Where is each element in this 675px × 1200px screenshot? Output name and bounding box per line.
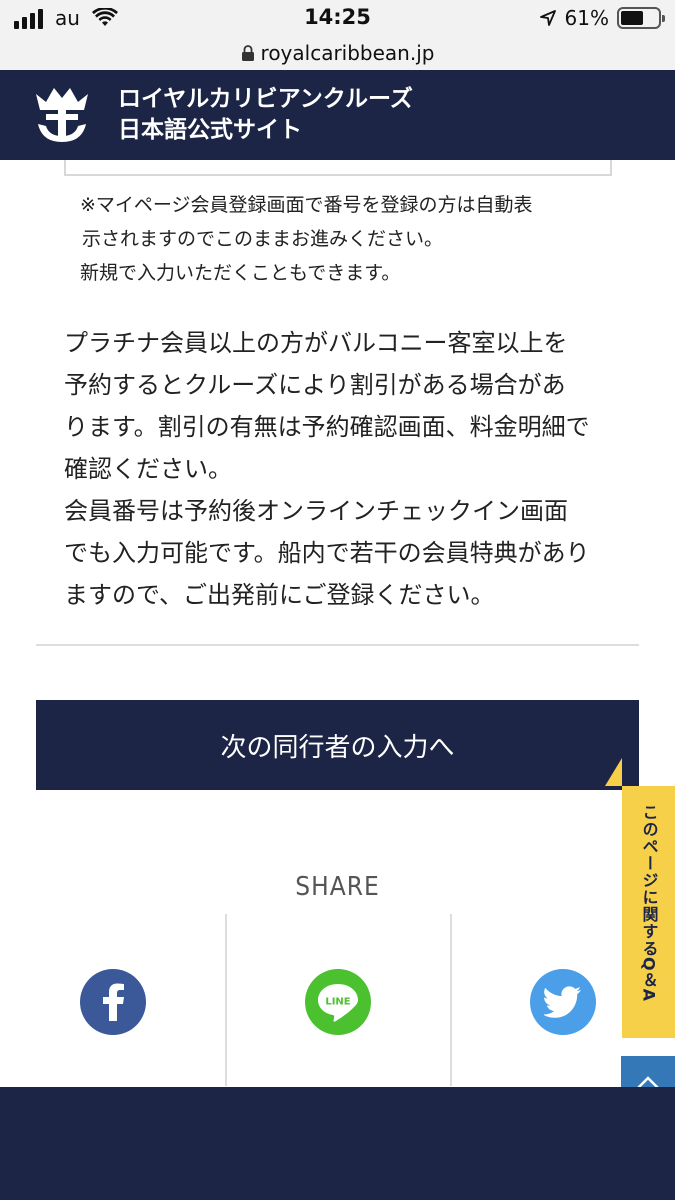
battery-level bbox=[621, 11, 643, 25]
location-arrow-icon bbox=[539, 10, 556, 26]
line-share-button[interactable]: LINE bbox=[305, 969, 371, 1035]
url-text[interactable]: royalcaribbean.jp bbox=[261, 41, 435, 65]
twitter-share-button[interactable] bbox=[530, 969, 596, 1035]
member-discount-text: プラチナ会員以上の方がバルコニー客室以上を 予約するとクルーズにより割引がある場… bbox=[64, 322, 624, 616]
body-line: ります。割引の有無は予約確認画面、料金明細で bbox=[64, 413, 590, 441]
qa-tab-label: このページに関するQ＆A bbox=[639, 804, 659, 1002]
body-line: 予約するとクルーズにより割引がある場合があ bbox=[64, 371, 566, 399]
status-right: 61% bbox=[539, 6, 665, 30]
notice-line: 示されますのでこのままお進みください。 bbox=[82, 228, 444, 250]
share-separator bbox=[450, 914, 452, 1086]
site-title-line2: 日本語公式サイト bbox=[118, 117, 302, 143]
crown-anchor-logo[interactable] bbox=[32, 84, 92, 146]
body-line: 会員番号は予約後オンラインチェックイン画面 bbox=[64, 497, 568, 525]
twitter-icon bbox=[544, 986, 581, 1018]
lock-icon bbox=[241, 45, 254, 61]
qa-tab-corner bbox=[605, 758, 622, 786]
body-line: ますので、ご出発前にご登録ください。 bbox=[64, 581, 495, 609]
input-box-bottom bbox=[64, 160, 612, 176]
share-separator bbox=[225, 914, 227, 1086]
battery-percent: 61% bbox=[564, 6, 609, 30]
facebook-icon bbox=[103, 983, 124, 1021]
facebook-share-button[interactable] bbox=[80, 969, 146, 1035]
site-title[interactable]: ロイヤルカリビアンクルーズ 日本語公式サイト bbox=[118, 84, 413, 146]
next-companion-button[interactable]: 次の同行者の入力へ bbox=[36, 700, 639, 790]
body-line: 確認ください。 bbox=[64, 455, 232, 483]
body-line: プラチナ会員以上の方がバルコニー客室以上を bbox=[64, 329, 568, 357]
site-title-line1: ロイヤルカリビアンクルーズ bbox=[118, 86, 413, 112]
battery-icon bbox=[617, 7, 665, 29]
registration-notice: ※マイページ会員登録画面で番号を登録の方は自動表 示されますのでこのままお進みく… bbox=[80, 188, 620, 290]
body-line: でも入力可能です。船内で若干の会員特典があり bbox=[64, 539, 590, 567]
status-bar: au 14:25 61% bbox=[0, 0, 675, 36]
page-qa-tab[interactable]: このページに関するQ＆A bbox=[605, 758, 675, 1038]
line-icon-label: LINE bbox=[325, 997, 350, 1008]
divider bbox=[36, 644, 639, 646]
notice-line: ※マイページ会員登録画面で番号を登録の方は自動表 bbox=[80, 194, 533, 216]
notice-line: 新規で入力いただくこともできます。 bbox=[80, 262, 401, 284]
url-bar[interactable]: royalcaribbean.jp bbox=[0, 36, 675, 70]
share-title: SHARE bbox=[295, 872, 380, 902]
line-icon: LINE bbox=[318, 984, 358, 1022]
site-header: ロイヤルカリビアンクルーズ 日本語公式サイト bbox=[0, 70, 675, 160]
next-companion-label: 次の同行者の入力へ bbox=[220, 732, 455, 763]
share-row: LINE bbox=[0, 914, 675, 1086]
site-footer bbox=[0, 1087, 675, 1200]
